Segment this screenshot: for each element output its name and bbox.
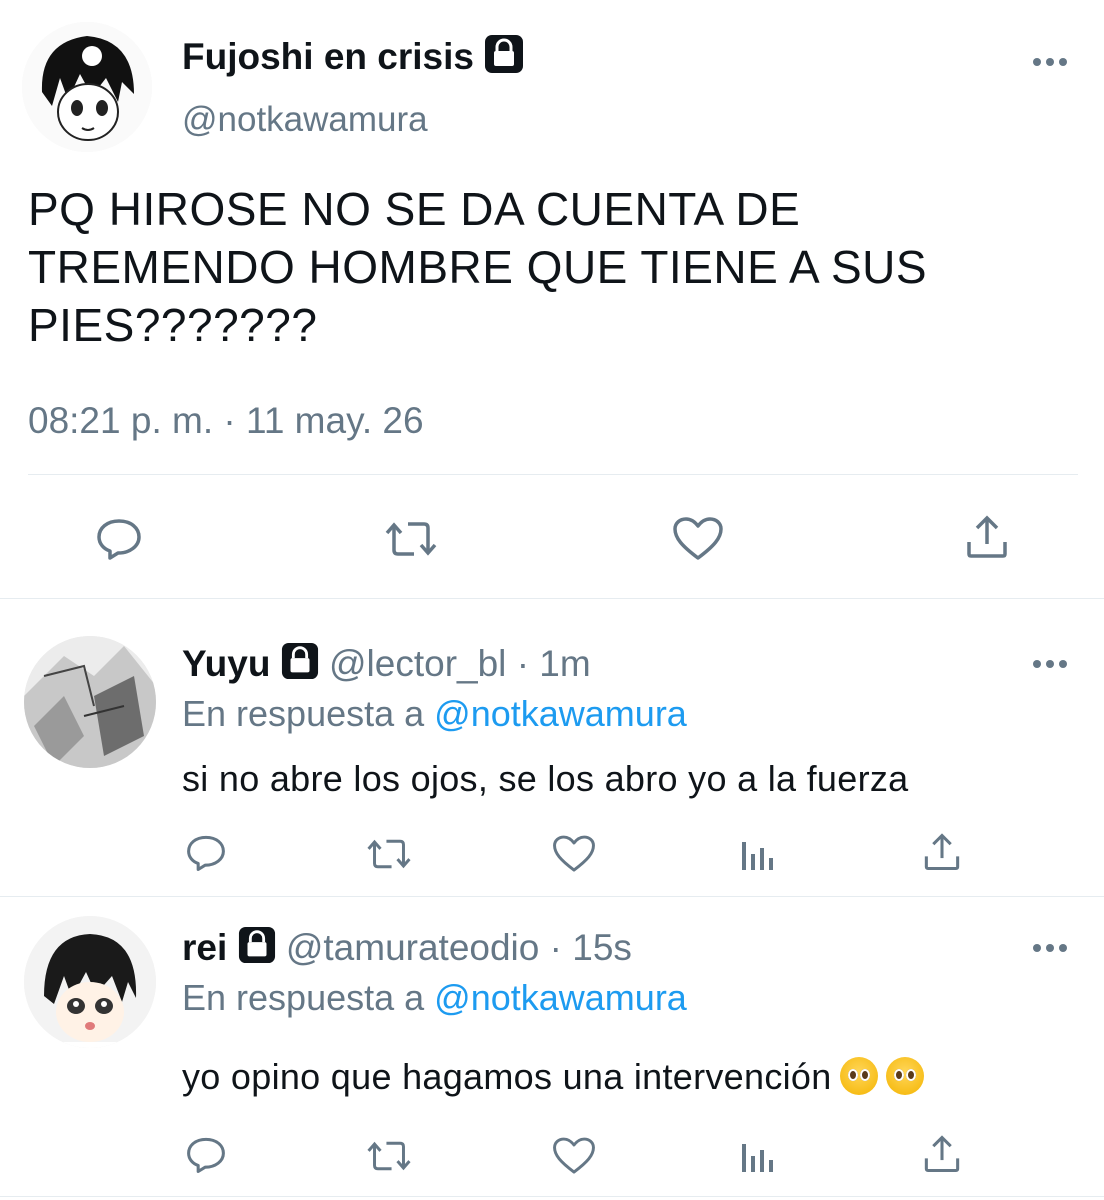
tweet-text-line: PQ HIROSE NO SE DA CUENTA DE	[28, 183, 801, 235]
more-options-icon[interactable]	[1032, 658, 1068, 670]
analytics-icon[interactable]	[740, 1138, 776, 1174]
reply-icon[interactable]	[96, 518, 142, 560]
tweet-text: yo opino que hagamos una intervención	[182, 1054, 924, 1100]
reply-prefix: En respuesta a	[182, 693, 425, 734]
divider	[0, 1196, 1104, 1197]
reply-icon[interactable]	[186, 834, 226, 872]
divider	[0, 598, 1104, 599]
retweet-icon[interactable]	[366, 1138, 412, 1174]
display-name[interactable]: rei	[182, 927, 227, 968]
like-icon[interactable]	[672, 516, 724, 562]
display-name[interactable]: Yuyu	[182, 643, 270, 684]
timestamp[interactable]: 08:21 p. m. · 11 may. 26	[28, 398, 424, 444]
handle[interactable]: @lector_bl	[329, 643, 506, 684]
reply-to-handle[interactable]: @notkawamura	[434, 693, 687, 734]
pleading-face-emoji	[885, 1057, 924, 1095]
like-icon[interactable]	[552, 1136, 596, 1176]
share-icon[interactable]	[922, 832, 962, 872]
relative-time[interactable]: · 1m	[517, 643, 591, 684]
relative-time[interactable]: · 15s	[550, 927, 632, 968]
handle[interactable]: @tamurateodio	[286, 927, 540, 968]
share-icon[interactable]	[922, 1134, 962, 1174]
pleading-face-emoji	[839, 1057, 878, 1095]
more-options-icon[interactable]	[1032, 942, 1068, 954]
lock-icon	[238, 926, 276, 974]
reply-context: En respuesta a @notkawamura	[182, 692, 687, 736]
lock-icon	[281, 642, 319, 690]
reply-context: En respuesta a @notkawamura	[182, 976, 687, 1020]
like-icon[interactable]	[552, 834, 596, 874]
handle[interactable]: @notkawamura	[182, 98, 428, 142]
divider	[28, 474, 1078, 475]
tweet-text-content: yo opino que hagamos una intervención	[182, 1056, 832, 1097]
tweet-text: PQ HIROSE NO SE DA CUENTA DE TREMENDO HO…	[28, 180, 927, 354]
display-name[interactable]: Fujoshi en crisis	[182, 36, 474, 77]
avatar[interactable]	[24, 636, 156, 768]
reply-to-handle[interactable]: @notkawamura	[434, 977, 687, 1018]
lock-icon	[484, 34, 524, 84]
analytics-icon[interactable]	[740, 836, 776, 872]
reply-icon[interactable]	[186, 1136, 226, 1174]
reply-prefix: En respuesta a	[182, 977, 425, 1018]
share-icon[interactable]	[964, 514, 1010, 560]
avatar[interactable]	[24, 916, 156, 1048]
divider	[0, 896, 1104, 897]
tweet-text: si no abre los ojos, se los abro yo a la…	[182, 758, 909, 799]
tweet-text-line: TREMENDO HOMBRE QUE TIENE A SUS	[28, 241, 928, 293]
retweet-icon[interactable]	[384, 518, 438, 560]
avatar[interactable]	[22, 22, 152, 152]
retweet-icon[interactable]	[366, 836, 412, 872]
tweet-text-line: PIES???????	[28, 299, 318, 351]
more-options-icon[interactable]	[1032, 56, 1068, 68]
